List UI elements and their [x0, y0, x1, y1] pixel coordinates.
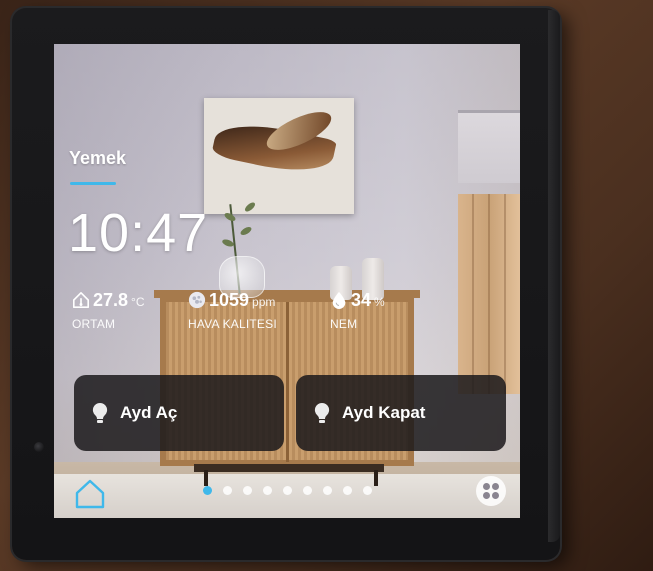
cabinet-door-split [286, 302, 289, 462]
page-dot[interactable] [283, 486, 292, 495]
droplet-icon [332, 291, 346, 309]
rug [54, 474, 520, 518]
page-dot[interactable] [243, 486, 252, 495]
proximity-sensor [34, 442, 44, 452]
room-title[interactable]: Yemek [69, 148, 126, 169]
bench-leg [374, 470, 378, 486]
door-groove [504, 194, 506, 394]
door-groove [488, 194, 490, 394]
page-dot[interactable] [263, 486, 272, 495]
humidity-label: NEM [330, 317, 358, 331]
air-quality-label: HAVA KALITESI [188, 317, 277, 331]
temperature-value: 27.8 [93, 290, 129, 310]
room-title-underline [70, 182, 116, 185]
metric-temperature: 27.8 °C ORTAM [72, 288, 145, 331]
touch-screen: Yemek 10:47 27.8 °C ORTAM 1059 ppm HAVA … [54, 44, 520, 518]
air-quality-unit: ppm [252, 295, 276, 309]
temperature-unit: °C [131, 295, 145, 309]
air-quality-value: 1059 [209, 290, 250, 310]
temperature-label: ORTAM [72, 317, 116, 331]
device-edge [548, 10, 560, 542]
wall-shelf [458, 110, 520, 183]
air-quality-icon [188, 291, 206, 309]
humidity-value: 34 [351, 290, 372, 310]
home-thermometer-icon [72, 291, 90, 309]
page-dot[interactable] [303, 486, 312, 495]
page-dot[interactable] [323, 486, 332, 495]
page-dot[interactable] [363, 486, 372, 495]
door-groove [472, 194, 474, 394]
lightbulb-icon [314, 402, 330, 423]
home-icon[interactable] [74, 478, 106, 510]
scene-button-label: Ayd Kapat [342, 403, 426, 422]
page-dot[interactable] [203, 486, 212, 495]
metric-humidity: 34 % NEM [330, 288, 385, 331]
page-indicator [203, 486, 372, 495]
scene-button-lights-on[interactable]: Ayd Aç [74, 375, 284, 451]
scene-button-label: Ayd Aç [120, 403, 178, 422]
wall-painting [204, 98, 354, 214]
scene-button-lights-off[interactable]: Ayd Kapat [296, 375, 506, 451]
bench-leg [204, 470, 208, 486]
lightbulb-icon [92, 402, 108, 423]
humidity-unit: % [374, 295, 385, 309]
app-grid-icon[interactable] [476, 476, 506, 506]
page-dot[interactable] [223, 486, 232, 495]
clock-time: 10:47 [68, 203, 209, 263]
page-dot[interactable] [343, 486, 352, 495]
metric-air-quality: 1059 ppm HAVA KALITESI [188, 288, 277, 331]
bench [194, 464, 384, 472]
